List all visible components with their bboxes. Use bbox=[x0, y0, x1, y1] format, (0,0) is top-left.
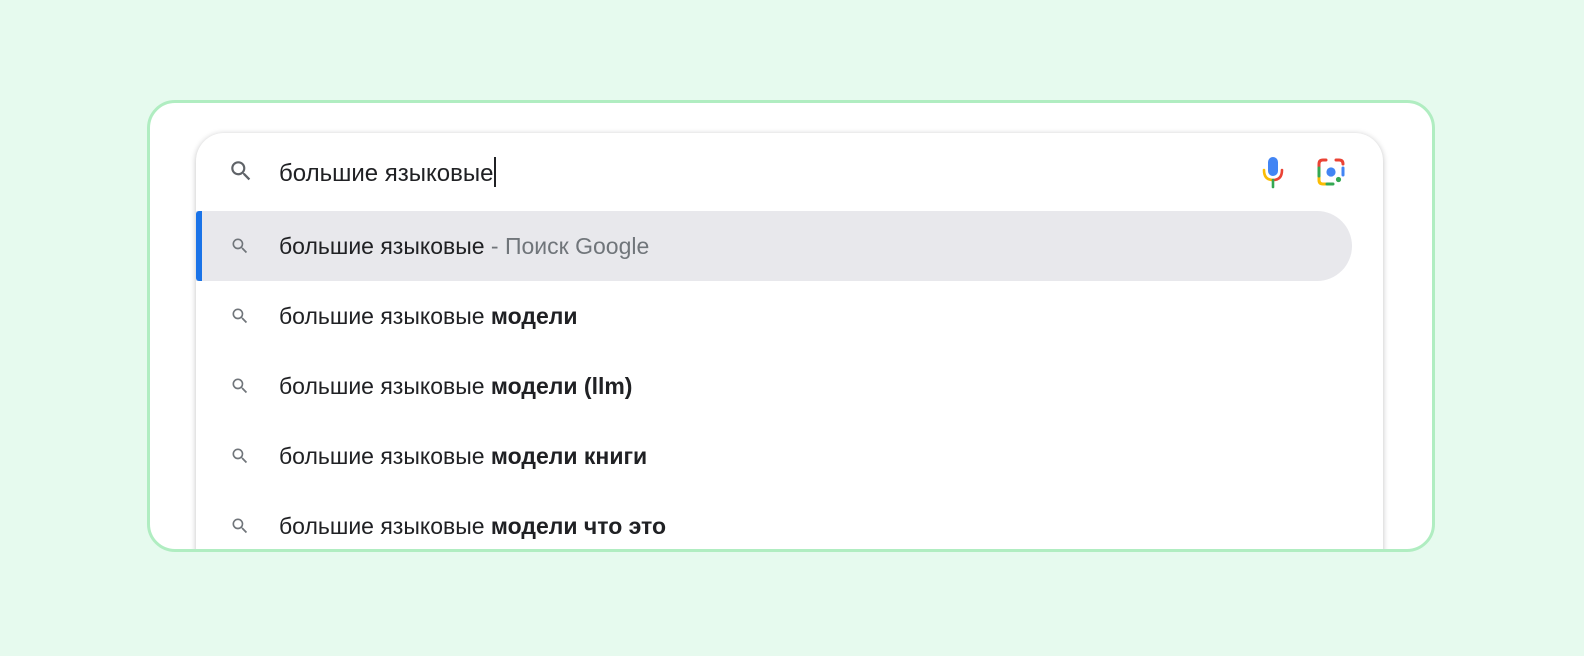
suggestion-prefix: большие языковые bbox=[279, 233, 485, 259]
search-icon bbox=[232, 238, 248, 254]
suggestion-secondary: - Поиск Google bbox=[484, 233, 650, 259]
suggestion-item[interactable]: большие языковые - Поиск Google bbox=[196, 211, 1352, 281]
suggestion-item[interactable]: большие языковые модели (llm) bbox=[196, 351, 1352, 421]
search-icon bbox=[232, 378, 248, 394]
suggestion-text: большие языковые модели bbox=[279, 300, 578, 332]
suggestion-text: большие языковые модели что это bbox=[279, 510, 666, 542]
suggestion-text: большие языковые - Поиск Google bbox=[279, 230, 649, 262]
suggestion-prefix: большие языковые bbox=[279, 373, 491, 399]
search-icon bbox=[232, 518, 248, 534]
screenshot-frame: большие языковые большие языковые - Поис… bbox=[147, 100, 1435, 552]
search-bar[interactable]: большие языковые bbox=[196, 133, 1383, 211]
suggestion-completion: модели что это bbox=[490, 513, 667, 539]
suggestion-prefix: большие языковые bbox=[279, 513, 491, 539]
suggestion-item[interactable]: большие языковые модели что это bbox=[196, 491, 1352, 549]
microphone-icon[interactable] bbox=[1258, 155, 1288, 189]
search-icon bbox=[232, 448, 248, 464]
search-input[interactable]: большие языковые bbox=[279, 157, 497, 190]
suggestion-item[interactable]: большие языковые модели книги bbox=[196, 421, 1352, 491]
suggestion-completion: модели (llm) bbox=[490, 373, 633, 399]
suggestion-prefix: большие языковые bbox=[279, 443, 491, 469]
suggestion-text: большие языковые модели книги bbox=[279, 440, 647, 472]
suggestion-completion: модели bbox=[490, 303, 578, 329]
search-box: большие языковые большие языковые - Поис… bbox=[196, 133, 1383, 549]
suggestion-completion: модели книги bbox=[490, 443, 648, 469]
text-cursor bbox=[494, 157, 497, 187]
selection-indicator bbox=[196, 211, 202, 281]
suggestion-prefix: большие языковые bbox=[279, 303, 491, 329]
search-icon bbox=[232, 308, 248, 324]
search-icon bbox=[231, 161, 251, 181]
suggestion-item[interactable]: большие языковые модели bbox=[196, 281, 1352, 351]
suggestion-text: большие языковые модели (llm) bbox=[279, 370, 632, 402]
google-lens-icon[interactable] bbox=[1316, 157, 1346, 187]
search-query-text: большие языковые bbox=[279, 160, 494, 187]
